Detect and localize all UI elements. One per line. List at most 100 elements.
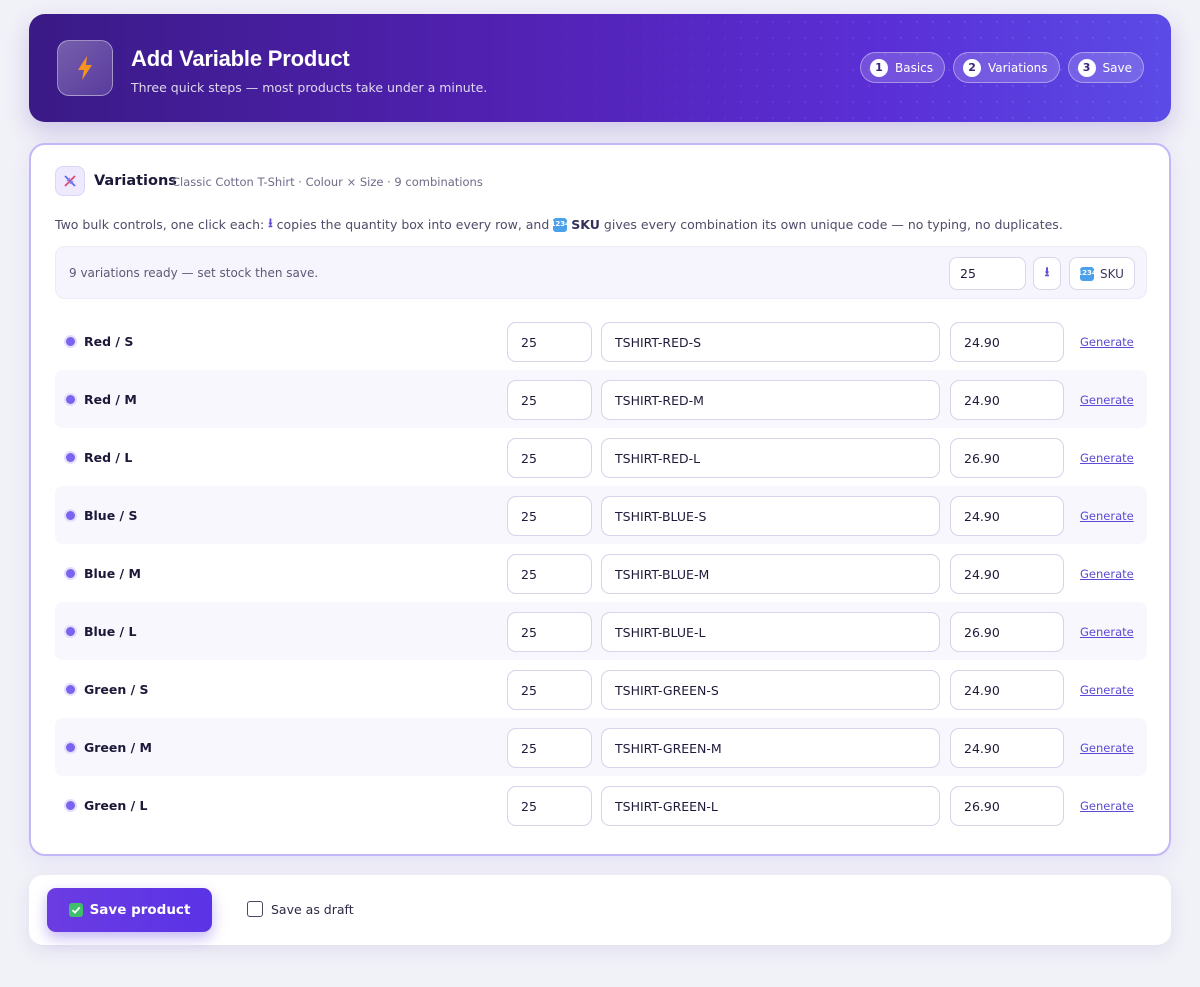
step-number: 3 [1077, 58, 1096, 77]
footer-actions: Save product Save as draft [29, 875, 1171, 945]
draft-checkbox[interactable] [247, 901, 263, 917]
check-mark-icon [68, 903, 83, 917]
page-header: Add Variable Product Three quick steps —… [29, 14, 1171, 122]
sku-input[interactable]: TSHIRT-RED-L [601, 438, 940, 478]
variation-list: Red / S 25 TSHIRT-RED-S 24.90 Generate R… [55, 312, 1147, 834]
sku-input[interactable]: TSHIRT-BLUE-S [601, 496, 940, 536]
sku-input[interactable]: TSHIRT-GREEN-M [601, 728, 940, 768]
copy-down-icon: ⭳ [268, 215, 273, 230]
price-input[interactable]: 26.90 [950, 612, 1064, 652]
step-label: Save [1102, 60, 1132, 75]
variations-card: Variations Classic Cotton T-Shirt · Colo… [29, 143, 1171, 856]
sku-input[interactable]: TSHIRT-GREEN-L [601, 786, 940, 826]
numbers-icon: 1234 [551, 217, 570, 232]
price-input[interactable]: 26.90 [950, 786, 1064, 826]
price-input[interactable]: 24.90 [950, 496, 1064, 536]
step-save[interactable]: 3 Save [1067, 52, 1144, 83]
variation-row: Red / M 25 TSHIRT-RED-M 24.90 Generate [55, 370, 1147, 428]
sku-input[interactable]: TSHIRT-GREEN-S [601, 670, 940, 710]
variation-label: Green / S [84, 682, 149, 697]
copy-down-icon: ⭳ [1044, 264, 1050, 280]
variation-label: Blue / L [84, 624, 137, 639]
save-button-label: Save product [89, 902, 191, 918]
variation-label: Blue / S [84, 508, 138, 523]
quantity-input[interactable]: 25 [507, 554, 592, 594]
bullet-dot-icon [66, 685, 75, 694]
section-title: Variations [94, 173, 177, 189]
quantity-input[interactable]: 25 [507, 496, 592, 536]
price-input[interactable]: 24.90 [950, 554, 1064, 594]
variation-row: Blue / S 25 TSHIRT-BLUE-S 24.90 Generate [55, 486, 1147, 544]
lightning-bolt-icon [57, 40, 113, 96]
variation-row: Blue / M 25 TSHIRT-BLUE-M 24.90 Generate [55, 544, 1147, 602]
copy-quantity-button[interactable]: ⭳ [1033, 257, 1061, 290]
save-product-button[interactable]: Save product [47, 888, 212, 932]
hint-text: Two bulk controls, one click each: [55, 217, 265, 232]
generate-sku-link[interactable]: Generate [1080, 335, 1134, 349]
variation-label: Red / M [84, 392, 137, 407]
generate-sku-link[interactable]: Generate [1080, 567, 1134, 581]
section-meta: Classic Cotton T-Shirt · Colour × Size ·… [172, 175, 483, 189]
bulk-hint: Two bulk controls, one click each: ⭳ cop… [55, 214, 1063, 235]
quantity-input[interactable]: 25 [507, 786, 592, 826]
quantity-input[interactable]: 25 [507, 438, 592, 478]
variation-label: Blue / M [84, 566, 141, 581]
bullet-dot-icon [66, 627, 75, 636]
hint-sku-label: SKU [571, 217, 600, 232]
generate-sku-link[interactable]: Generate [1080, 625, 1134, 639]
quantity-input[interactable]: 25 [507, 380, 592, 420]
variation-row: Red / L 25 TSHIRT-RED-L 26.90 Generate [55, 428, 1147, 486]
bulk-controls: 9 variations ready — set stock then save… [55, 246, 1147, 299]
draft-label: Save as draft [271, 901, 354, 917]
bulk-status: 9 variations ready — set stock then save… [69, 266, 319, 280]
variation-label: Red / L [84, 450, 133, 465]
numbers-icon: 1234 [1077, 266, 1097, 281]
save-as-draft-toggle[interactable]: Save as draft [247, 901, 354, 917]
quantity-input[interactable]: 25 [507, 322, 592, 362]
generate-sku-link[interactable]: Generate [1080, 799, 1134, 813]
generate-all-sku-button[interactable]: 1234 SKU [1069, 257, 1135, 290]
bullet-dot-icon [66, 337, 75, 346]
sku-input[interactable]: TSHIRT-BLUE-L [601, 612, 940, 652]
bullet-dot-icon [66, 743, 75, 752]
price-input[interactable]: 24.90 [950, 322, 1064, 362]
variation-row: Red / S 25 TSHIRT-RED-S 24.90 Generate [55, 312, 1147, 370]
dna-icon [55, 166, 85, 196]
generate-sku-link[interactable]: Generate [1080, 393, 1134, 407]
price-input[interactable]: 24.90 [950, 670, 1064, 710]
step-basics[interactable]: 1 Basics [860, 52, 946, 83]
bulk-quantity-input[interactable]: 25 [949, 257, 1026, 290]
variation-label: Red / S [84, 334, 134, 349]
bullet-dot-icon [66, 801, 75, 810]
step-number: 1 [870, 58, 888, 77]
bullet-dot-icon [66, 569, 75, 578]
variation-row: Green / L 25 TSHIRT-GREEN-L 26.90 Genera… [55, 776, 1147, 834]
price-input[interactable]: 26.90 [950, 438, 1064, 478]
generate-sku-link[interactable]: Generate [1080, 509, 1134, 523]
variation-label: Green / M [84, 740, 152, 755]
generate-sku-link[interactable]: Generate [1080, 451, 1134, 465]
sku-input[interactable]: TSHIRT-BLUE-M [601, 554, 940, 594]
bullet-dot-icon [66, 511, 75, 520]
bullet-dot-icon [66, 395, 75, 404]
generate-sku-link[interactable]: Generate [1080, 741, 1134, 755]
sku-input[interactable]: TSHIRT-RED-S [601, 322, 940, 362]
sku-button-label: SKU [1100, 266, 1124, 281]
step-variations[interactable]: 2 Variations [953, 52, 1060, 83]
step-nav: 1 Basics 2 Variations 3 Save [860, 52, 1144, 83]
page-title: Add Variable Product [131, 46, 350, 71]
generate-sku-link[interactable]: Generate [1080, 683, 1134, 697]
quantity-input[interactable]: 25 [507, 728, 592, 768]
sku-input[interactable]: TSHIRT-RED-M [601, 380, 940, 420]
page-subtitle: Three quick steps — most products take u… [131, 80, 488, 95]
quantity-input[interactable]: 25 [507, 612, 592, 652]
variation-label: Green / L [84, 798, 148, 813]
step-label: Variations [988, 60, 1048, 75]
quantity-input[interactable]: 25 [507, 670, 592, 710]
hint-text: gives every combination its own unique c… [603, 217, 1063, 232]
price-input[interactable]: 24.90 [950, 728, 1064, 768]
price-input[interactable]: 24.90 [950, 380, 1064, 420]
bullet-dot-icon [66, 453, 75, 462]
step-label: Basics [895, 60, 934, 75]
step-number: 2 [963, 58, 982, 77]
